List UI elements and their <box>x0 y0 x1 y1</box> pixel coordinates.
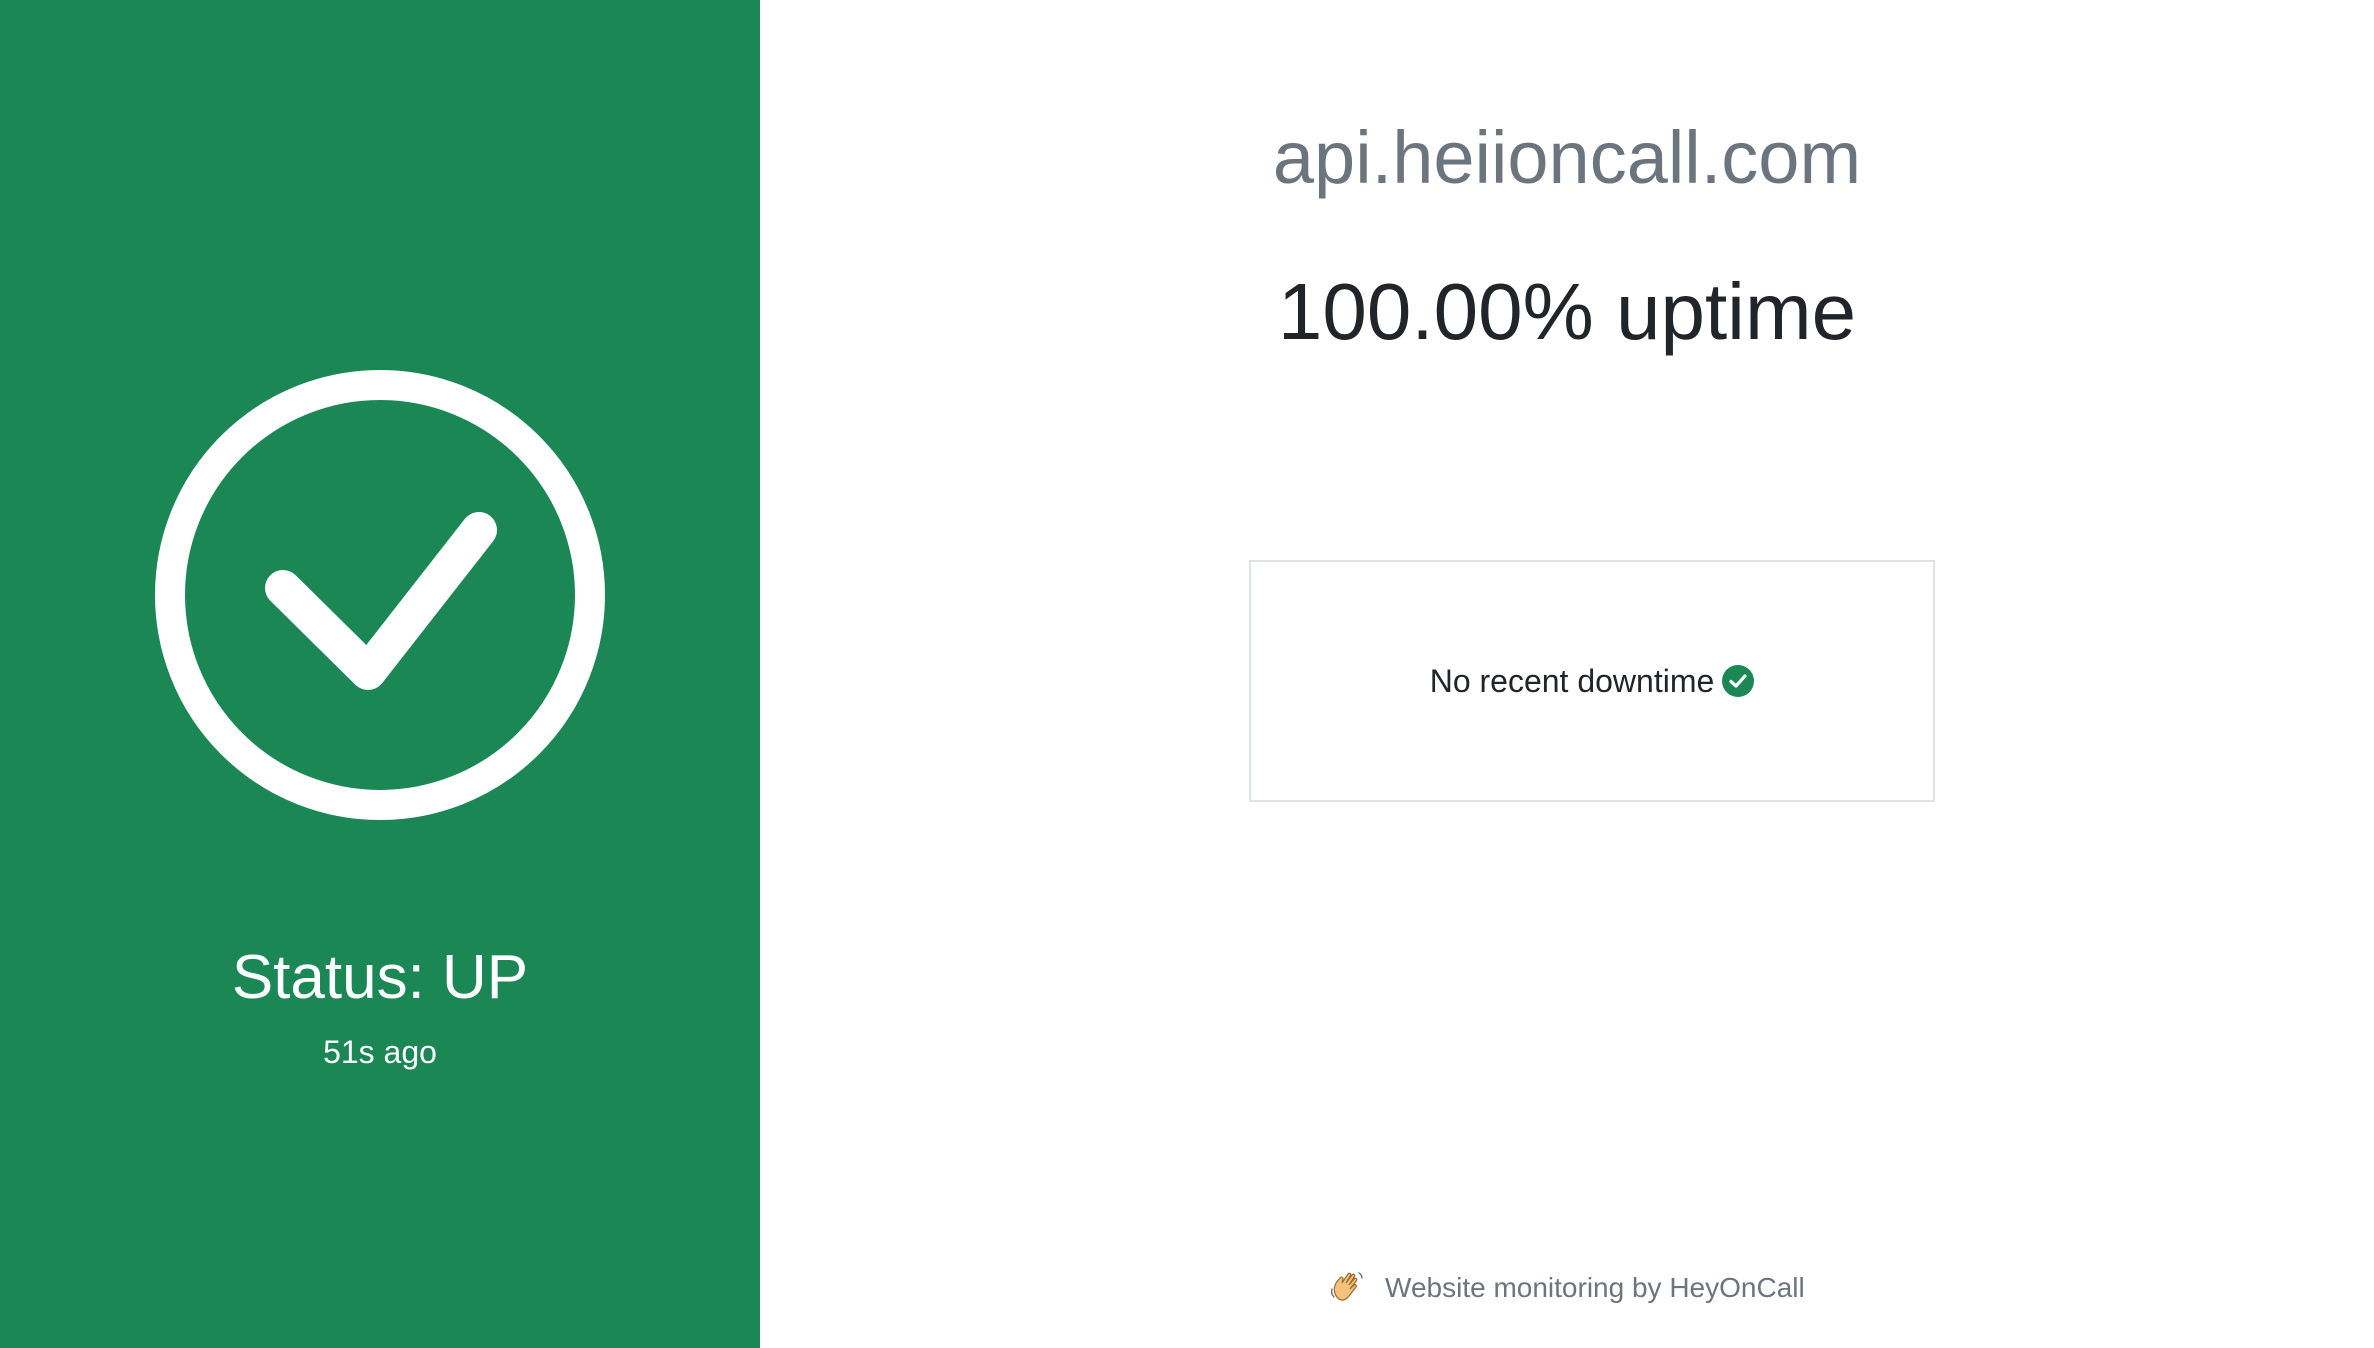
status-page: Status: UP 51s ago api.heiioncall.com 10… <box>0 0 2374 1348</box>
uptime-percentage: 100.00% uptime <box>1277 267 1857 356</box>
check-badge-icon <box>1722 665 1755 697</box>
downtime-card: No recent downtime <box>1249 560 1935 802</box>
main-content: api.heiioncall.com 100.00% uptime No rec… <box>760 0 2374 1348</box>
status-age: 51s ago <box>323 1034 437 1070</box>
footer: Website monitoring by HeyOnCall <box>760 1268 2374 1308</box>
waving-hand-icon <box>1331 1272 1363 1301</box>
status-title: Status: UP <box>231 943 529 1012</box>
check-circle-icon <box>155 370 605 820</box>
site-name: api.heiioncall.com <box>1272 116 1862 199</box>
status-panel: Status: UP 51s ago <box>0 0 760 1348</box>
footer-text: Website monitoring by HeyOnCall <box>1385 1272 1805 1303</box>
downtime-message: No recent downtime <box>1429 662 1715 699</box>
